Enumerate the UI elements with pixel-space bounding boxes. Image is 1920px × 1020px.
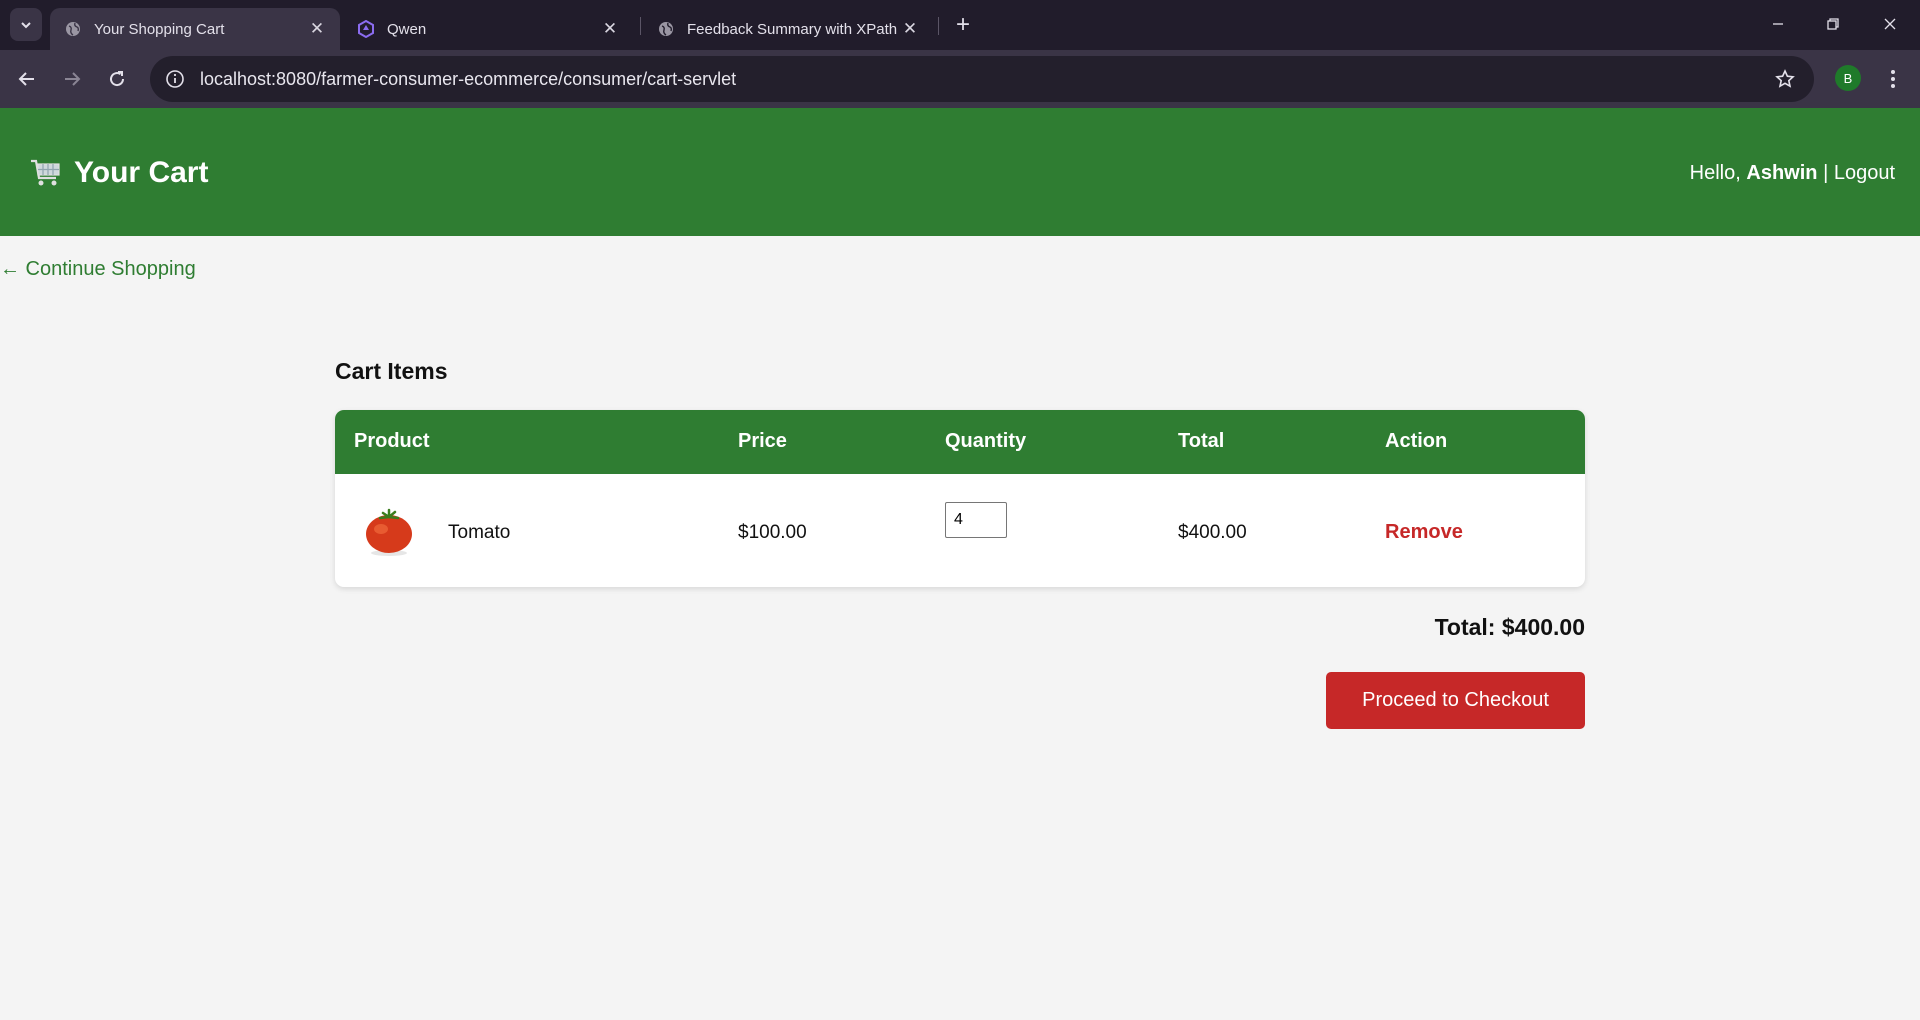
tab-divider bbox=[640, 17, 641, 35]
site-header: Your Cart Hello, Ashwin | Logout bbox=[0, 108, 1920, 236]
column-header-action: Action bbox=[1385, 430, 1448, 452]
tomato-product-image bbox=[366, 508, 412, 556]
cart-table: Product Price Quantity Total Action Toma… bbox=[335, 410, 1585, 587]
greeting-text: Hello, bbox=[1689, 162, 1741, 184]
url-text[interactable]: localhost:8080/farmer-consumer-ecommerce… bbox=[200, 69, 736, 90]
column-header-total: Total bbox=[1178, 430, 1225, 452]
globe-icon bbox=[64, 20, 82, 38]
close-icon[interactable]: ✕ bbox=[901, 19, 919, 38]
column-header-product: Product bbox=[354, 430, 430, 452]
bookmark-star-icon[interactable] bbox=[1774, 68, 1796, 90]
close-icon[interactable]: ✕ bbox=[308, 19, 326, 38]
close-icon[interactable]: ✕ bbox=[601, 19, 619, 38]
shopping-cart-icon bbox=[31, 159, 60, 186]
user-area: Hello, Ashwin | Logout bbox=[1690, 162, 1895, 185]
column-header-price: Price bbox=[738, 430, 787, 452]
window-close-icon[interactable] bbox=[1870, 10, 1910, 38]
browser-tab-bar: Your Shopping Cart ✕ Qwen ✕ Feedback Sum… bbox=[0, 0, 1920, 50]
username: Ashwin bbox=[1746, 162, 1818, 184]
chevron-down-icon bbox=[21, 21, 31, 28]
restore-icon[interactable] bbox=[1813, 10, 1853, 38]
continue-shopping-link[interactable]: ← Continue Shopping bbox=[0, 258, 196, 281]
tab-title: Feedback Summary with XPath bbox=[687, 20, 898, 38]
reload-icon[interactable] bbox=[102, 64, 132, 94]
browser-toolbar: localhost:8080/farmer-consumer-ecommerce… bbox=[0, 50, 1920, 108]
column-header-quantity: Quantity bbox=[945, 430, 1027, 452]
tab-qwen[interactable]: Qwen ✕ bbox=[343, 8, 633, 50]
tab-feedback-summary[interactable]: Feedback Summary with XPath ✕ bbox=[643, 8, 933, 50]
qwen-logo-icon bbox=[357, 20, 375, 38]
new-tab-button[interactable]: + bbox=[950, 11, 976, 38]
address-bar[interactable]: localhost:8080/farmer-consumer-ecommerce… bbox=[150, 56, 1814, 102]
tab-title: Your Shopping Cart bbox=[94, 20, 225, 38]
proceed-to-checkout-button[interactable]: Proceed to Checkout bbox=[1326, 672, 1585, 729]
separator: | bbox=[1823, 162, 1829, 184]
more-menu-icon[interactable] bbox=[1880, 64, 1906, 94]
remove-item-link[interactable]: Remove bbox=[1385, 521, 1463, 544]
table-header: Product Price Quantity Total Action bbox=[335, 410, 1585, 474]
site-info-icon[interactable] bbox=[164, 68, 186, 90]
product-price: $100.00 bbox=[738, 522, 807, 543]
tab-search-button[interactable] bbox=[10, 8, 42, 41]
quantity-input[interactable] bbox=[945, 502, 1007, 538]
tab-title: Qwen bbox=[387, 20, 427, 38]
cart-grand-total: Total: $400.00 bbox=[1434, 614, 1585, 640]
minimize-icon[interactable] bbox=[1758, 10, 1798, 38]
page-title: Your Cart bbox=[74, 156, 209, 189]
globe-icon bbox=[657, 20, 675, 38]
tab-your-shopping-cart[interactable]: Your Shopping Cart ✕ bbox=[50, 8, 340, 50]
product-name: Tomato bbox=[448, 522, 511, 543]
forward-arrow-icon[interactable] bbox=[57, 64, 87, 94]
line-total: $400.00 bbox=[1178, 522, 1247, 543]
tab-divider bbox=[938, 17, 939, 35]
cart-section-title: Cart Items bbox=[335, 358, 448, 384]
back-arrow-icon[interactable] bbox=[12, 64, 42, 94]
brand: Your Cart bbox=[30, 156, 208, 190]
profile-avatar[interactable]: B bbox=[1835, 65, 1861, 91]
logout-link[interactable]: Logout bbox=[1834, 162, 1895, 184]
